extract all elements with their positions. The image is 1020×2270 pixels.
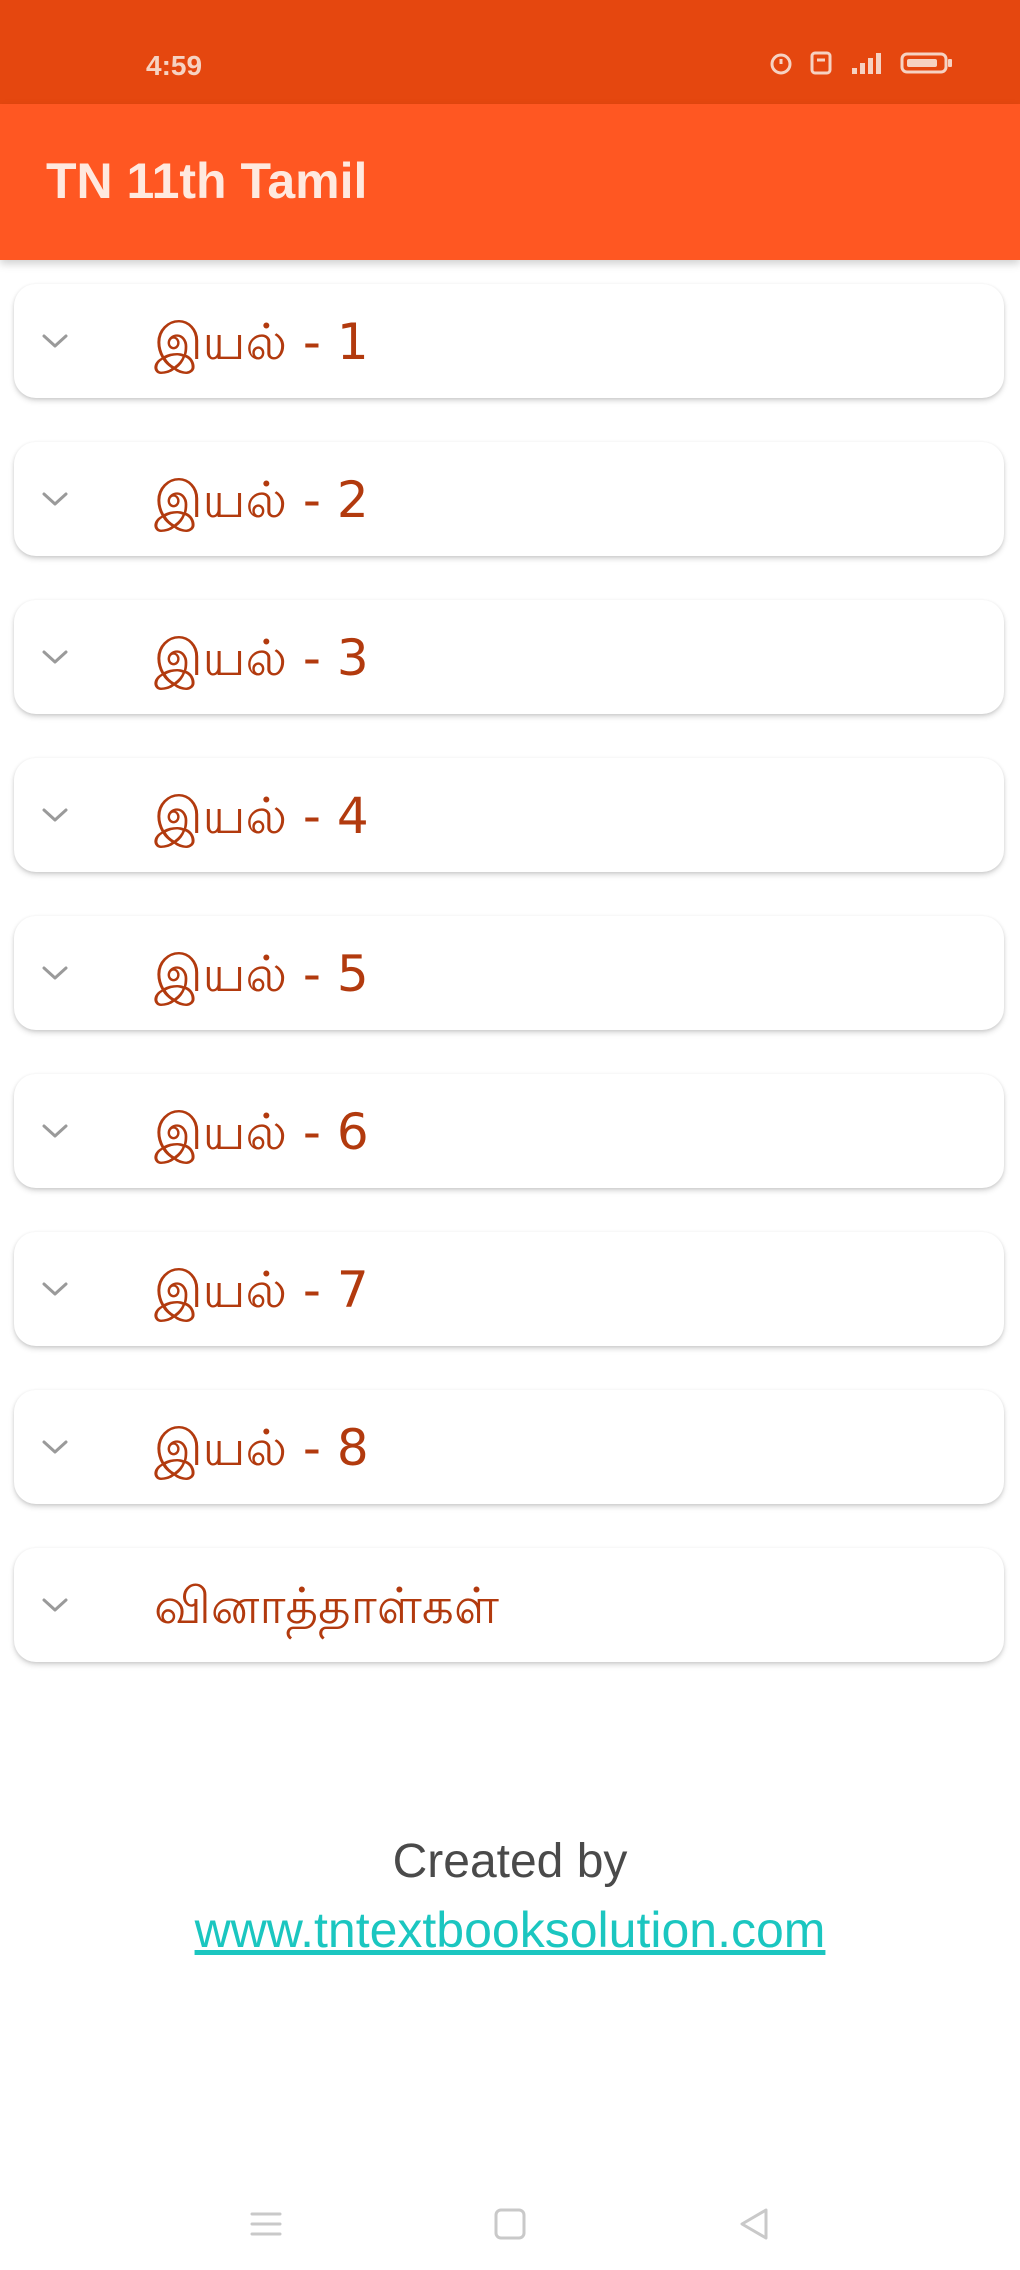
chapter-item-label: இயல் - 8 bbox=[154, 1419, 369, 1477]
chapter-item-label: வினாத்தாள்கள் bbox=[154, 1577, 499, 1635]
chapter-list: இயல் - 1 இயல் - 2 இயல் - 3 இயல் - 4 இயல்… bbox=[14, 284, 1004, 1706]
chevron-down-icon bbox=[42, 334, 68, 348]
home-icon[interactable] bbox=[488, 2202, 532, 2246]
chapter-item-8[interactable]: இயல் - 8 bbox=[14, 1390, 1004, 1504]
back-icon[interactable] bbox=[732, 2202, 776, 2246]
signal-icon bbox=[852, 53, 881, 74]
chapter-item-label: இயல் - 7 bbox=[154, 1261, 369, 1319]
chapter-item-6[interactable]: இயல் - 6 bbox=[14, 1074, 1004, 1188]
chevron-down-icon bbox=[42, 808, 68, 822]
chapter-item-label: இயல் - 6 bbox=[154, 1103, 369, 1161]
chapter-item-4[interactable]: இயல் - 4 bbox=[14, 758, 1004, 872]
chapter-item-7[interactable]: இயல் - 7 bbox=[14, 1232, 1004, 1346]
chapter-item-5[interactable]: இயல் - 5 bbox=[14, 916, 1004, 1030]
chapter-item-label: இயல் - 2 bbox=[154, 471, 369, 529]
chevron-down-icon bbox=[42, 1124, 68, 1138]
chapter-item-2[interactable]: இயல் - 2 bbox=[14, 442, 1004, 556]
alarm-icon bbox=[770, 53, 792, 75]
sim-icon bbox=[810, 51, 832, 75]
chapter-item-1[interactable]: இயல் - 1 bbox=[14, 284, 1004, 398]
app-title: TN 11th Tamil bbox=[46, 153, 368, 209]
status-time: 4:59 bbox=[146, 50, 203, 81]
status-icons bbox=[768, 50, 954, 76]
chapter-item-label: இயல் - 1 bbox=[154, 313, 369, 371]
battery-icon bbox=[900, 52, 952, 74]
question-papers-item[interactable]: வினாத்தாள்கள் bbox=[14, 1548, 1004, 1662]
website-link[interactable]: www.tntextbooksolution.com bbox=[195, 1900, 826, 1960]
chevron-down-icon bbox=[42, 1440, 68, 1454]
menu-icon[interactable] bbox=[244, 2202, 288, 2246]
status-bar: 4:59 bbox=[0, 0, 1020, 104]
app-bar: TN 11th Tamil bbox=[0, 104, 1020, 260]
chapter-item-3[interactable]: இயல் - 3 bbox=[14, 600, 1004, 714]
footer-credit: Created by www.tntextbooksolution.com bbox=[0, 1832, 1020, 1960]
chevron-down-icon bbox=[42, 650, 68, 664]
chevron-down-icon bbox=[42, 1282, 68, 1296]
chapter-item-label: இயல் - 4 bbox=[154, 787, 369, 845]
system-nav-bar bbox=[0, 2160, 1020, 2270]
created-by-text: Created by bbox=[392, 1835, 628, 1888]
chevron-down-icon bbox=[42, 492, 68, 506]
chevron-down-icon bbox=[42, 966, 68, 980]
chapter-item-label: இயல் - 5 bbox=[154, 945, 369, 1003]
chevron-down-icon bbox=[42, 1598, 68, 1612]
chapter-item-label: இயல் - 3 bbox=[154, 629, 369, 687]
